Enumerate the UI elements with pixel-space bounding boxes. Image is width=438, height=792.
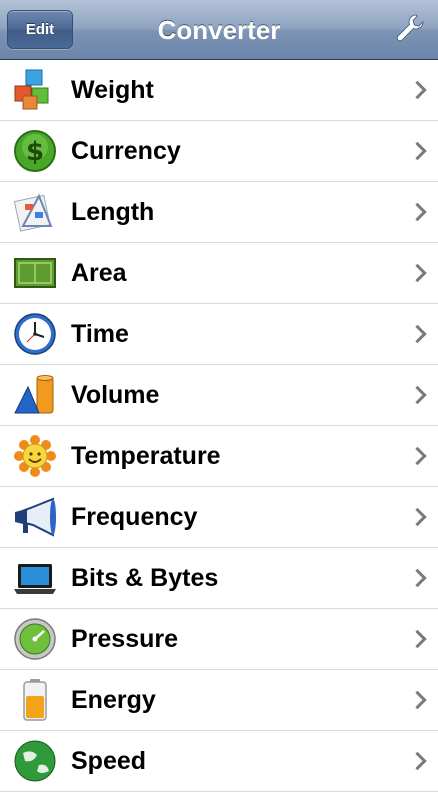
list-item-weight[interactable]: Weight — [0, 60, 438, 121]
battery-icon — [12, 677, 58, 723]
chevron-right-icon — [408, 324, 427, 344]
field-icon — [12, 250, 58, 296]
ruler-icon — [12, 189, 58, 235]
list-item-label: Area — [71, 258, 127, 287]
list-item-pressure[interactable]: Pressure — [0, 609, 438, 670]
list-item-label: Time — [71, 319, 129, 348]
chevron-right-icon — [408, 446, 427, 466]
clock-icon — [12, 311, 58, 357]
list-item-label: Length — [71, 197, 155, 226]
laptop-icon — [12, 555, 58, 601]
cone-cylinder-icon — [12, 372, 58, 418]
list-item-label: Temperature — [71, 441, 221, 470]
megaphone-icon — [12, 494, 58, 540]
chevron-right-icon — [408, 141, 427, 161]
list-item-label: Volume — [71, 380, 160, 409]
list-item-energy[interactable]: Energy — [0, 670, 438, 731]
list-item-frequency[interactable]: Frequency — [0, 487, 438, 548]
list-item-label: Speed — [71, 746, 147, 775]
list-item-label: Energy — [71, 685, 156, 714]
list-item-label: Pressure — [71, 624, 179, 653]
list-item-currency[interactable]: $ Currency — [0, 121, 438, 182]
chevron-right-icon — [408, 263, 427, 283]
globe-icon — [12, 738, 58, 784]
dollar-coin-icon: $ — [12, 128, 58, 174]
chevron-right-icon — [408, 507, 427, 527]
list-item-temperature[interactable]: Temperature — [0, 426, 438, 487]
category-list: Weight $ Currency Length Area Time Volum… — [0, 60, 438, 792]
svg-text:$: $ — [26, 137, 44, 167]
pressure-gauge-icon — [12, 616, 58, 662]
list-item-speed[interactable]: Speed — [0, 731, 438, 792]
list-item-area[interactable]: Area — [0, 243, 438, 304]
wrench-icon — [394, 12, 426, 49]
chevron-right-icon — [408, 568, 427, 588]
list-item-label: Weight — [71, 75, 154, 104]
list-item-volume[interactable]: Volume — [0, 365, 438, 426]
list-item-length[interactable]: Length — [0, 182, 438, 243]
list-item-label: Bits & Bytes — [71, 563, 219, 592]
chevron-right-icon — [408, 80, 427, 100]
settings-button[interactable] — [392, 12, 428, 48]
list-item-label: Currency — [71, 136, 181, 165]
cubes-icon — [12, 67, 58, 113]
chevron-right-icon — [408, 385, 427, 405]
chevron-right-icon — [408, 751, 427, 771]
list-item-bits-bytes[interactable]: Bits & Bytes — [0, 548, 438, 609]
chevron-right-icon — [408, 690, 427, 710]
edit-button[interactable]: Edit — [7, 10, 73, 49]
chevron-right-icon — [408, 202, 427, 222]
navigation-bar: Edit Converter — [0, 0, 438, 60]
sun-icon — [12, 433, 58, 479]
chevron-right-icon — [408, 629, 427, 649]
list-item-time[interactable]: Time — [0, 304, 438, 365]
list-item-label: Frequency — [71, 502, 198, 531]
